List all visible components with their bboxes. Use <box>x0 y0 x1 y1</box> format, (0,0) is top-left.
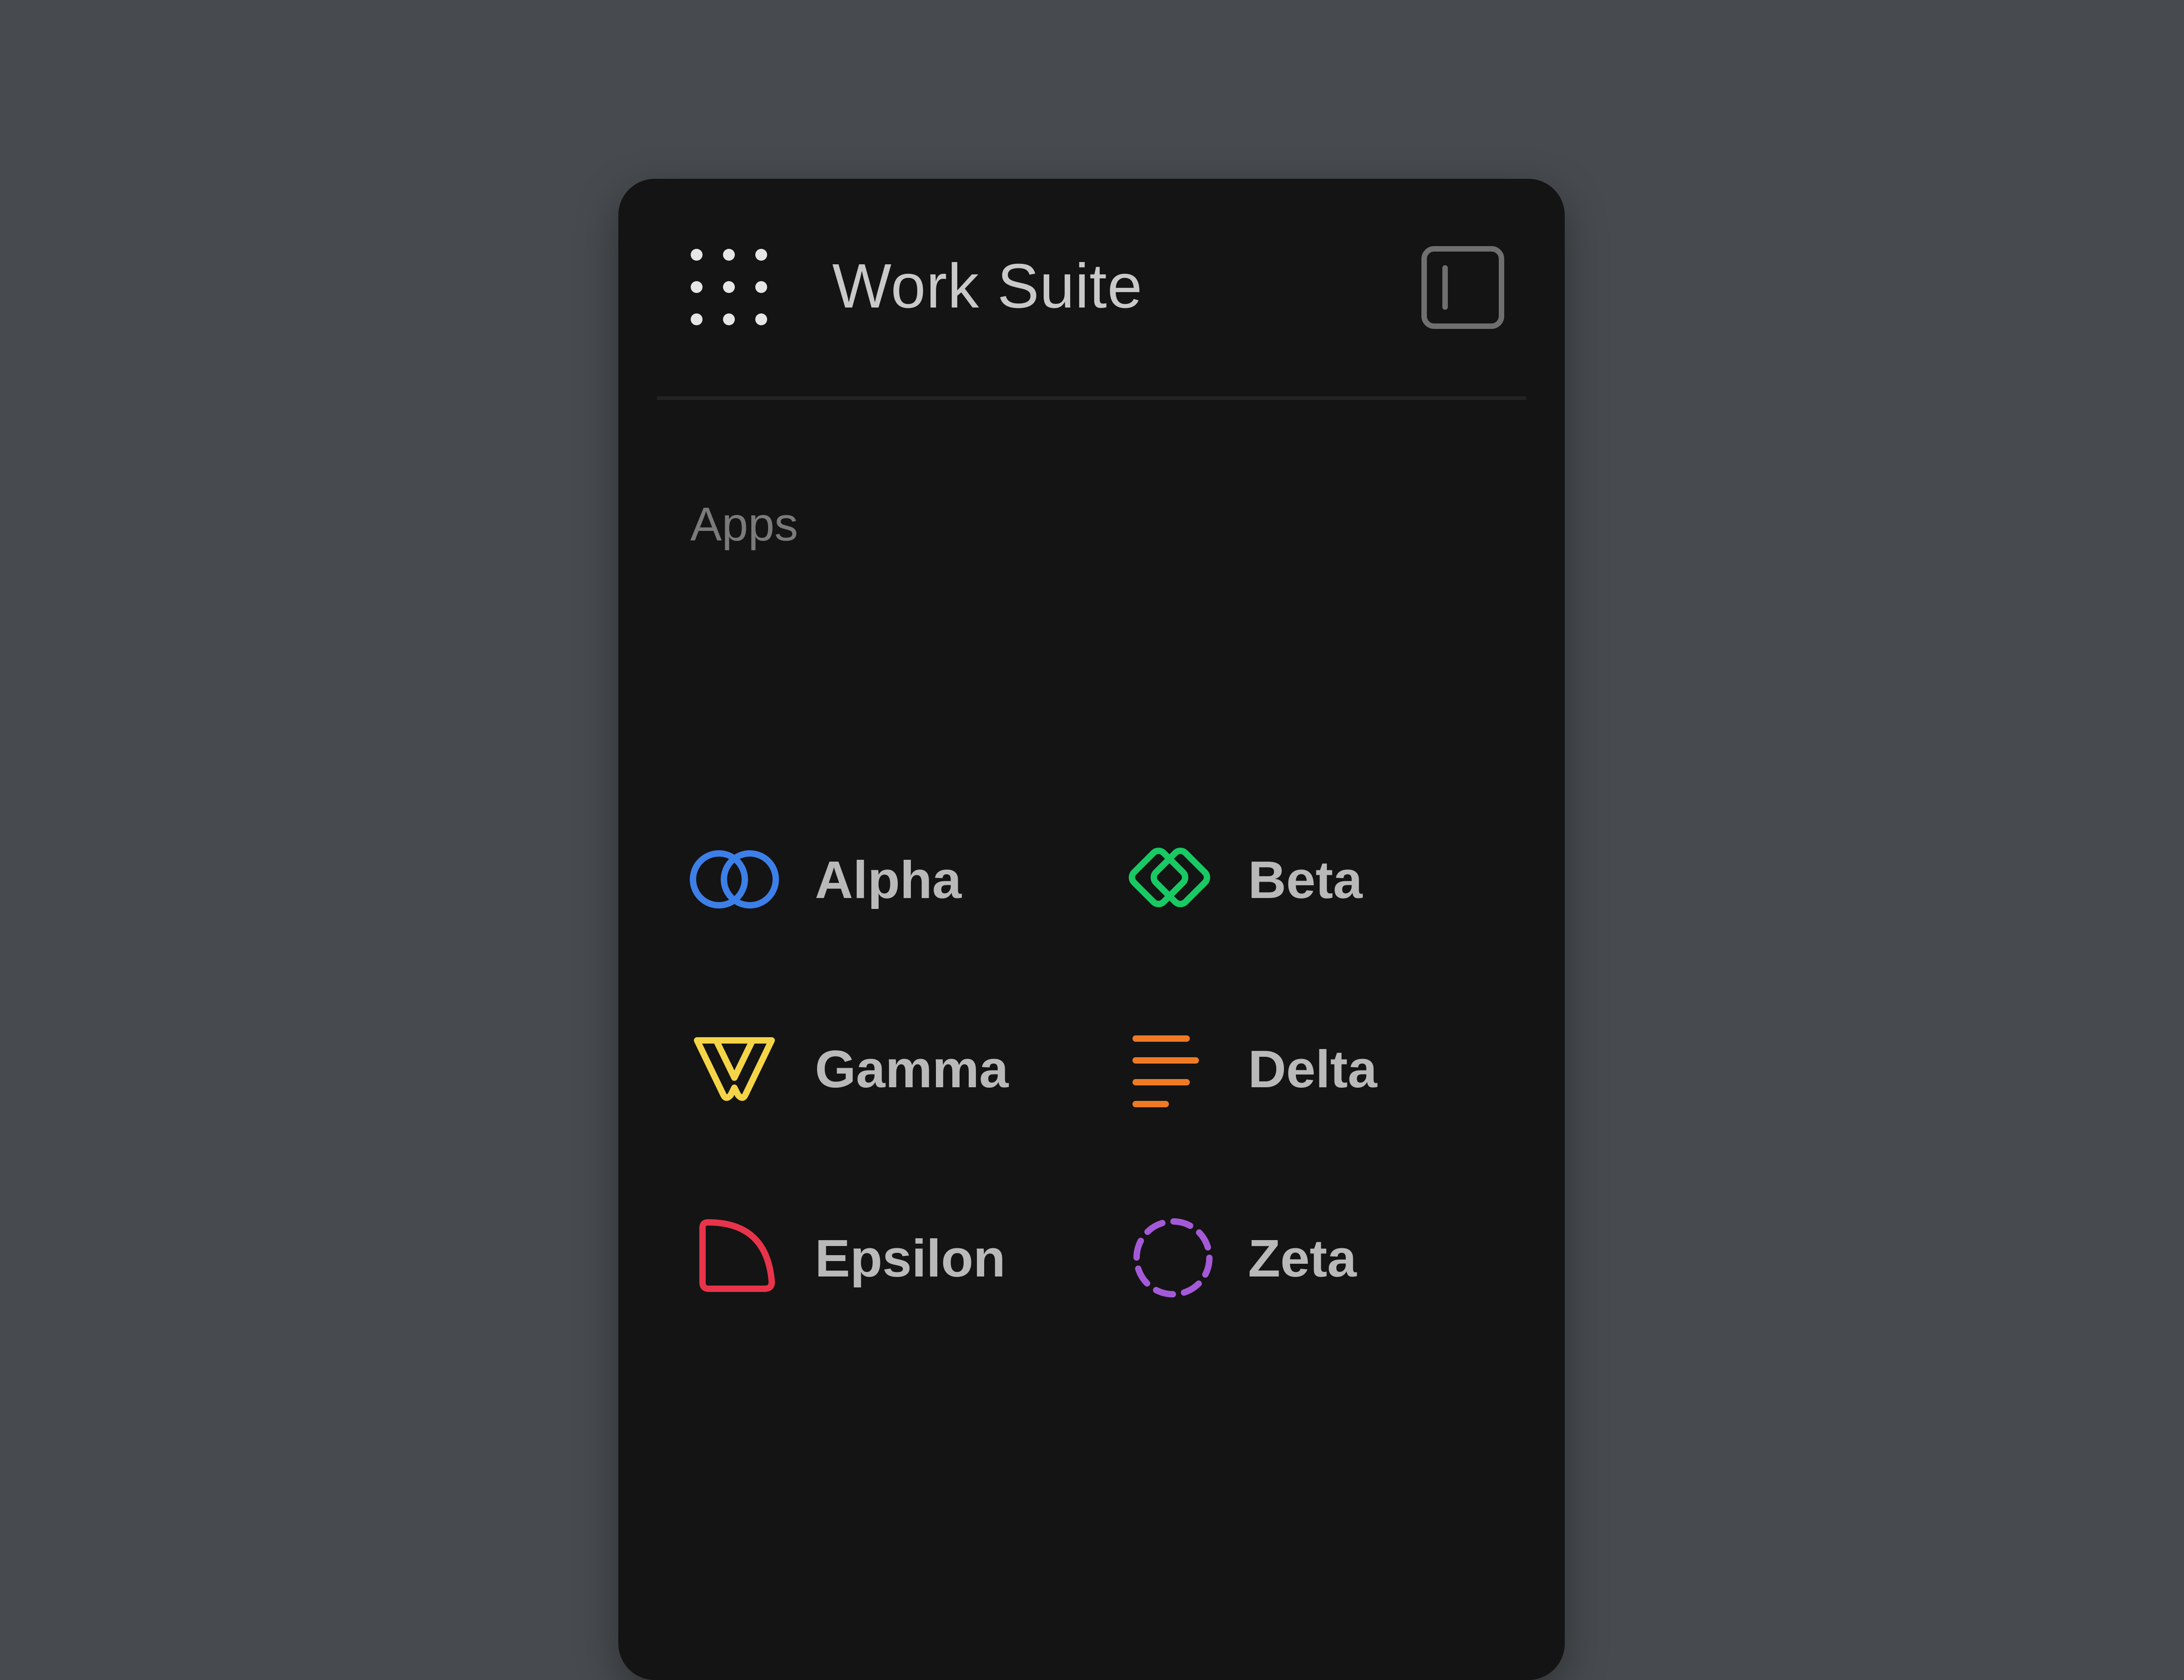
overlapping-circles-icon <box>689 834 780 925</box>
app-item-alpha[interactable]: Alpha <box>689 834 1098 925</box>
app-item-zeta[interactable]: Zeta <box>1122 1212 1532 1303</box>
app-item-delta[interactable]: Delta <box>1122 1023 1532 1114</box>
app-item-gamma[interactable]: Gamma <box>689 1023 1098 1114</box>
page-title: Work Suite <box>832 251 1143 321</box>
sidebar-toggle-button[interactable] <box>1421 246 1504 329</box>
app-switcher-panel: Work Suite Apps Alpha Beta Gamma Delta E… <box>618 179 1565 1680</box>
dashed-circle-icon <box>1122 1212 1213 1303</box>
app-item-beta[interactable]: Beta <box>1122 834 1532 925</box>
linked-diamonds-icon <box>1122 834 1213 925</box>
apps-section-label: Apps <box>690 498 799 551</box>
app-label-alpha: Alpha <box>815 850 962 909</box>
panel-header: Work Suite <box>618 179 1565 397</box>
app-item-epsilon[interactable]: Epsilon <box>689 1212 1098 1303</box>
stacked-lines-icon <box>1122 1023 1213 1114</box>
app-label-delta: Delta <box>1248 1039 1377 1099</box>
sidebar-toggle-icon <box>1421 246 1504 329</box>
app-grid-icon[interactable] <box>690 248 768 326</box>
header-divider <box>657 396 1526 400</box>
app-label-zeta: Zeta <box>1248 1229 1357 1288</box>
quarter-circle-icon <box>689 1212 780 1303</box>
app-label-epsilon: Epsilon <box>815 1229 1006 1288</box>
app-label-gamma: Gamma <box>815 1039 1009 1099</box>
app-label-beta: Beta <box>1248 850 1363 909</box>
w-shape-icon <box>689 1023 780 1114</box>
